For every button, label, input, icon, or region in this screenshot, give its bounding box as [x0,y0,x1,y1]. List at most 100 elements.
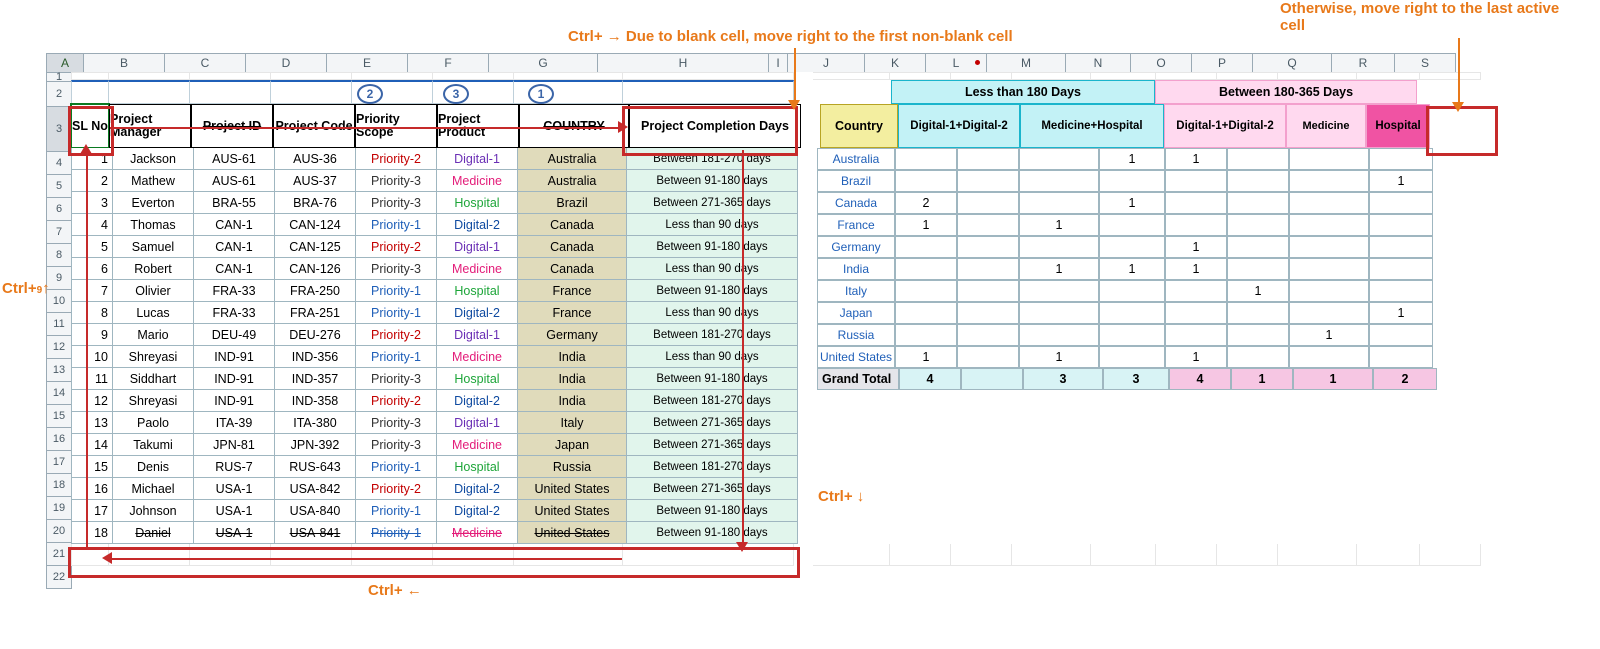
cell-O22[interactable] [1156,544,1217,566]
cell-G1[interactable] [514,72,623,80]
pivot-L8[interactable] [957,236,1019,258]
pivot-L11[interactable] [957,302,1019,324]
cell-sl-16[interactable]: 16 [71,478,113,500]
pivot-M4[interactable] [1019,148,1099,170]
pivot-O10[interactable] [1165,280,1227,302]
cell-Q21[interactable] [1282,522,1361,544]
cell-pri-12[interactable]: Priority-2 [356,324,437,346]
cell-S21[interactable] [1424,522,1485,544]
col-header-K[interactable]: K [865,53,926,73]
pivot-gt-M[interactable]: 3 [1023,368,1103,390]
cell-K15[interactable] [894,390,955,412]
cell-Q20[interactable] [1282,500,1361,522]
cell-S1[interactable] [1420,72,1481,80]
cell-ctry-9[interactable]: Canada [518,258,627,280]
cell-R22[interactable] [1357,544,1420,566]
cell-days-21[interactable]: Between 91-180 days [627,522,798,544]
pivot-O9[interactable]: 1 [1165,258,1227,280]
pivot-N5[interactable] [1099,170,1165,192]
cell-L18[interactable] [955,456,1016,478]
cell-ctry-5[interactable]: Australia [518,170,627,192]
cell-S9[interactable] [1433,258,1494,280]
pivot-K7[interactable]: 1 [895,214,957,236]
cell-sl-4[interactable]: 4 [71,214,113,236]
pivot-M12[interactable] [1019,324,1099,346]
cell-M16[interactable] [1016,412,1095,434]
pivot-R10[interactable] [1369,280,1433,302]
cell-code-16[interactable]: ITA-380 [275,412,356,434]
pivot-gt-Q[interactable]: 1 [1293,368,1373,390]
cell-ctry-11[interactable]: France [518,302,627,324]
cell-G22[interactable] [514,544,623,566]
pivot-L13[interactable] [957,346,1019,368]
cell-N22[interactable] [1091,544,1156,566]
pivot-cty-4[interactable]: Australia [817,148,895,170]
col-header-F[interactable]: F [408,53,489,73]
cell-pid-11[interactable]: FRA-33 [194,302,275,324]
pivot-gt-R[interactable]: 2 [1373,368,1437,390]
cell-N15[interactable] [1095,390,1160,412]
row-header-4[interactable]: 4 [46,152,72,175]
cell-prod-4[interactable]: Digital-1 [437,148,518,170]
cell-mgr-10[interactable]: Olivier [113,280,194,302]
cell-ctry-7[interactable]: Canada [518,214,627,236]
cell-pid-10[interactable]: FRA-33 [194,280,275,302]
cell-days-19[interactable]: Between 271-365 days [627,478,798,500]
cell-H22[interactable] [623,544,794,566]
cell-pid-5[interactable]: AUS-61 [194,170,275,192]
pivot-K9[interactable] [895,258,957,280]
pivot-R12[interactable] [1369,324,1433,346]
cell-days-10[interactable]: Between 91-180 days [627,280,798,302]
hdr-project-manager[interactable]: Project Manager [109,104,191,148]
cell-code-4[interactable]: AUS-36 [275,148,356,170]
cell-R1[interactable] [1357,72,1420,80]
col-header-M[interactable]: M [987,53,1066,73]
pivot-cty-5[interactable]: Brazil [817,170,895,192]
cell-prod-19[interactable]: Digital-2 [437,478,518,500]
cell-ctry-15[interactable]: India [518,390,627,412]
cell-pid-21[interactable]: USA-1 [194,522,275,544]
cell-sl-7[interactable]: 7 [71,280,113,302]
cell-M22[interactable] [1012,544,1091,566]
cell-L1[interactable] [951,72,1012,80]
pivot-R5[interactable]: 1 [1369,170,1433,192]
pivot-L9[interactable] [957,258,1019,280]
hdr-country[interactable]: COUNTRY [519,104,629,148]
row-header-22[interactable]: 22 [46,566,72,589]
cell-Q15[interactable] [1282,390,1361,412]
cell-I1[interactable] [794,72,813,80]
cell-pri-10[interactable]: Priority-1 [356,280,437,302]
pivot-L4[interactable] [957,148,1019,170]
cell-J2[interactable] [813,80,891,104]
cell-prod-10[interactable]: Hospital [437,280,518,302]
row-header-7[interactable]: 7 [46,221,72,244]
row-header-20[interactable]: 20 [46,520,72,543]
pivot-grand-label[interactable]: Grand Total [817,368,899,390]
cell-C2[interactable] [190,80,271,104]
cell-S7[interactable] [1433,214,1494,236]
pivot-O4[interactable]: 1 [1165,148,1227,170]
pivot-O8[interactable]: 1 [1165,236,1227,258]
pivot-M5[interactable] [1019,170,1099,192]
cell-prod-18[interactable]: Hospital [437,456,518,478]
cell-R17[interactable] [1361,434,1424,456]
pivot-O7[interactable] [1165,214,1227,236]
cell-M18[interactable] [1016,456,1095,478]
cell-mgr-4[interactable]: Jackson [113,148,194,170]
cell-ctry-16[interactable]: Italy [518,412,627,434]
pivot-N12[interactable] [1099,324,1165,346]
row-header-21[interactable]: 21 [46,543,72,566]
cell-R20[interactable] [1361,500,1424,522]
cell-days-11[interactable]: Less than 90 days [627,302,798,324]
pivot-cty-8[interactable]: Germany [817,236,895,258]
cell-J15[interactable] [817,390,894,412]
pivot-K10[interactable] [895,280,957,302]
cell-P20[interactable] [1221,500,1282,522]
col-header-R[interactable]: R [1332,53,1395,73]
row-header-11[interactable]: 11 [46,313,72,336]
pivot-M6[interactable] [1019,192,1099,214]
row-header-12[interactable]: 12 [46,336,72,359]
cell-I22[interactable] [794,544,813,566]
cell-S17[interactable] [1424,434,1485,456]
cell-mgr-8[interactable]: Samuel [113,236,194,258]
